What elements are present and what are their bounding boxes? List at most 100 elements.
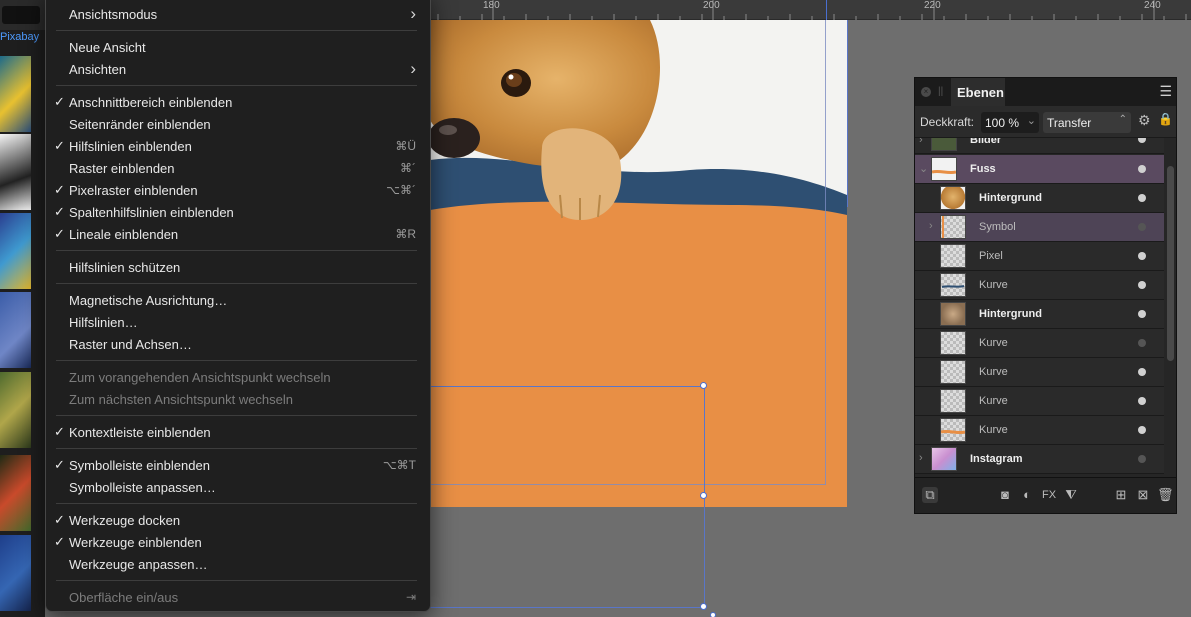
menu-item-spaltenhilfslinien[interactable]: ✓ Spaltenhilfslinien einblenden xyxy=(46,201,430,223)
checkmark-icon: ✓ xyxy=(54,457,65,472)
visibility-dot-icon[interactable] xyxy=(1138,252,1146,260)
layer-thumbnail xyxy=(940,215,966,239)
menu-item-werkzeuge-einblenden[interactable]: ✓ Werkzeuge einblenden xyxy=(46,531,430,553)
menu-item-label: Seitenränder einblenden xyxy=(69,117,211,132)
layer-row[interactable]: Kurve xyxy=(915,329,1164,358)
chevron-right-icon[interactable]: › xyxy=(919,452,923,464)
lock-icon[interactable]: 🔒 xyxy=(1158,112,1173,126)
blend-mode-select[interactable]: Transfer ⌃ xyxy=(1043,112,1131,133)
layer-row[interactable]: › Symbol xyxy=(915,213,1164,242)
menu-item-hilfslinien[interactable]: Hilfslinien… xyxy=(46,311,430,333)
guide-line[interactable] xyxy=(847,20,848,207)
pixabay-label[interactable]: Pixabay xyxy=(0,31,45,43)
menu-item-label: Anschnittbereich einblenden xyxy=(69,95,233,110)
layer-row[interactable]: Pixel xyxy=(915,242,1164,271)
rotate-handle[interactable] xyxy=(710,612,716,617)
layer-row[interactable]: Hintergrund xyxy=(915,184,1164,213)
visibility-dot-icon[interactable] xyxy=(1138,455,1146,463)
adjustment-icon[interactable]: ◐ xyxy=(1019,487,1035,503)
menu-item-seitenraender[interactable]: Seitenränder einblenden xyxy=(46,113,430,135)
trash-icon[interactable]: 🗑 xyxy=(1157,487,1174,503)
menu-item-anschnittbereich[interactable]: ✓ Anschnittbereich einblenden xyxy=(46,91,430,113)
resize-handle[interactable] xyxy=(700,492,707,499)
add-layer-icon[interactable]: ⊞ xyxy=(1113,487,1129,503)
chevron-down-icon[interactable]: ⌄ xyxy=(1027,114,1036,127)
layer-row[interactable]: Kurve xyxy=(915,416,1164,445)
group-icon[interactable]: ⊠ xyxy=(1135,487,1151,503)
horizontal-ruler[interactable]: 180 200 220 240 xyxy=(430,0,1191,20)
image-thumbnail[interactable] xyxy=(0,372,31,448)
visibility-dot-icon[interactable] xyxy=(1138,426,1146,434)
visibility-dot-icon[interactable] xyxy=(1138,165,1146,173)
layer-thumbnail xyxy=(931,138,957,151)
menu-item-hilfslinien-einblenden[interactable]: ✓ Hilfslinien einblenden ⌘Ü xyxy=(46,135,430,157)
ruler-label: 240 xyxy=(1144,0,1161,11)
visibility-dot-icon[interactable] xyxy=(1138,397,1146,405)
menu-item-ansichtsmodus[interactable]: Ansichtsmodus › xyxy=(46,3,430,25)
image-thumbnail[interactable] xyxy=(0,213,31,289)
menu-item-label: Zum vorangehenden Ansichtspunkt wechseln xyxy=(69,370,331,385)
layer-row[interactable]: Hintergrund xyxy=(915,300,1164,329)
layer-row[interactable]: › Instagram xyxy=(915,445,1164,474)
search-input[interactable] xyxy=(2,6,40,24)
layer-row[interactable]: ⌄ Fuss xyxy=(915,155,1164,184)
menu-item-raster-und-achsen[interactable]: Raster und Achsen… xyxy=(46,333,430,355)
visibility-dot-icon[interactable] xyxy=(1138,281,1146,289)
resize-handle[interactable] xyxy=(700,382,707,389)
layer-row[interactable]: › Bilder xyxy=(915,138,1164,154)
menu-item-werkzeuge-anpassen[interactable]: Werkzeuge anpassen… xyxy=(46,553,430,575)
live-filter-icon[interactable]: ⧨ xyxy=(1063,487,1079,503)
close-icon[interactable]: × xyxy=(921,87,931,97)
layer-row[interactable]: Kurve xyxy=(915,387,1164,416)
menu-item-werkzeuge-docken[interactable]: ✓ Werkzeuge docken xyxy=(46,509,430,531)
layer-row[interactable]: Kurve xyxy=(915,271,1164,300)
checkmark-icon: ✓ xyxy=(54,424,65,439)
menu-item-symbolleiste-anpassen[interactable]: Symbolleiste anpassen… xyxy=(46,476,430,498)
visibility-dot-icon[interactable] xyxy=(1138,339,1146,347)
menu-item-raster-einblenden[interactable]: Raster einblenden ⌘´ xyxy=(46,157,430,179)
image-thumbnail[interactable] xyxy=(0,56,31,132)
menu-item-lineale[interactable]: ✓ Lineale einblenden ⌘R xyxy=(46,223,430,245)
menu-item-magnetische-ausrichtung[interactable]: Magnetische Ausrichtung… xyxy=(46,289,430,311)
visibility-dot-icon[interactable] xyxy=(1138,368,1146,376)
menu-separator xyxy=(56,448,417,449)
layer-row[interactable]: Kurve xyxy=(915,358,1164,387)
layer-list-scrollbar[interactable] xyxy=(1167,166,1174,361)
menu-item-label: Neue Ansicht xyxy=(69,40,146,55)
image-thumbnail[interactable] xyxy=(0,134,31,210)
menu-item-neue-ansicht[interactable]: Neue Ansicht xyxy=(46,36,430,58)
menu-item-hilfslinien-schuetzen[interactable]: Hilfslinien schützen xyxy=(46,256,430,278)
left-image-panel: Pixabay xyxy=(0,0,45,617)
chevron-down-icon[interactable]: ⌄ xyxy=(919,162,928,175)
menu-item-pixelraster[interactable]: ✓ Pixelraster einblenden ⌥⌘´ xyxy=(46,179,430,201)
document-canvas[interactable] xyxy=(430,20,847,507)
visibility-dot-icon[interactable] xyxy=(1138,310,1146,318)
checkmark-icon: ✓ xyxy=(54,182,65,197)
panel-titlebar[interactable]: × || Ebenen ☰ xyxy=(915,78,1176,106)
chevron-right-icon[interactable]: › xyxy=(929,220,933,232)
image-thumbnail[interactable] xyxy=(0,292,31,368)
visibility-dot-icon[interactable] xyxy=(1138,194,1146,202)
image-thumbnail[interactable] xyxy=(0,535,31,611)
image-thumbnail[interactable] xyxy=(0,455,31,531)
canvas-artwork xyxy=(430,20,847,507)
menu-item-symbolleiste-einblenden[interactable]: ✓ Symbolleiste einblenden ⌥⌘T xyxy=(46,454,430,476)
visibility-dot-icon[interactable] xyxy=(1138,223,1146,231)
menu-item-label: Raster und Achsen… xyxy=(69,337,192,352)
shortcut-label: ⌥⌘´ xyxy=(386,183,416,197)
gear-icon[interactable]: ⚙ xyxy=(1138,112,1151,129)
menu-item-ansichten[interactable]: Ansichten › xyxy=(46,58,430,80)
chevron-right-icon[interactable]: › xyxy=(919,138,923,146)
guide-line[interactable] xyxy=(826,0,827,20)
menu-item-kontextleiste[interactable]: ✓ Kontextleiste einblenden xyxy=(46,421,430,443)
menu-item-label: Hilfslinien… xyxy=(69,315,138,330)
resize-handle[interactable] xyxy=(700,603,707,610)
mask-layer-icon[interactable]: ◙ xyxy=(997,487,1013,503)
layers-stack-icon[interactable]: ⧉ xyxy=(922,487,938,503)
opacity-field[interactable]: 100 % ⌄ xyxy=(981,112,1039,133)
tab-ebenen[interactable]: Ebenen xyxy=(951,78,1005,106)
fx-icon[interactable]: FX xyxy=(1041,487,1057,503)
visibility-dot-icon[interactable] xyxy=(1138,138,1146,143)
grip-icon[interactable]: || xyxy=(938,86,943,97)
hamburger-menu-icon[interactable]: ☰ xyxy=(1159,83,1172,100)
